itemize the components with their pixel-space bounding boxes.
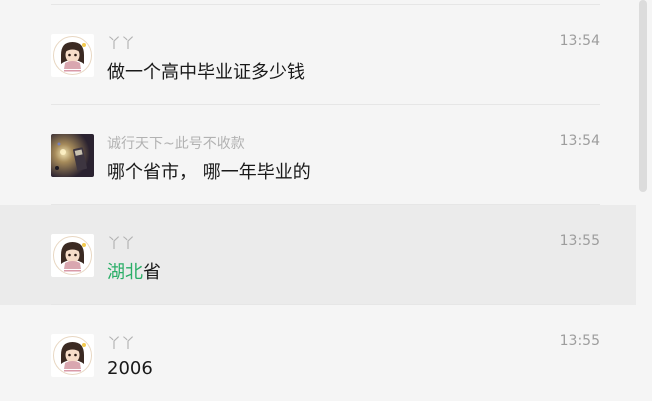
avatar[interactable] bbox=[51, 134, 94, 177]
sender-name: 丫丫 bbox=[107, 336, 135, 352]
girl-avatar-icon bbox=[51, 234, 94, 277]
message-time: 13:54 bbox=[559, 133, 600, 149]
message-text: 哪个省市， 哪一年毕业的 bbox=[107, 162, 311, 183]
chat-message-list[interactable]: 丫丫 13:54 做一个高中毕业证多少钱 诚行天下~此号不收款 13:54 哪个… bbox=[0, 0, 636, 401]
message-time: 13:55 bbox=[559, 233, 600, 249]
avatar[interactable] bbox=[51, 34, 94, 77]
message-item-selected[interactable]: 丫丫 13:55 湖北省 bbox=[0, 205, 636, 305]
message-text: 2006 bbox=[107, 358, 153, 379]
girl-avatar-icon bbox=[51, 334, 94, 377]
avatar[interactable] bbox=[51, 334, 94, 377]
avatar[interactable] bbox=[51, 234, 94, 277]
message-time: 13:55 bbox=[559, 333, 600, 349]
sender-name: 诚行天下~此号不收款 bbox=[107, 136, 245, 152]
message-item[interactable]: 诚行天下~此号不收款 13:54 哪个省市， 哪一年毕业的 bbox=[0, 105, 636, 205]
scrollbar[interactable] bbox=[639, 0, 647, 401]
message-item[interactable]: 丫丫 13:55 2006 bbox=[0, 305, 636, 401]
message-item[interactable]: 丫丫 13:54 做一个高中毕业证多少钱 bbox=[0, 5, 636, 105]
message-text: 做一个高中毕业证多少钱 bbox=[107, 62, 305, 83]
highlighted-text: 湖北 bbox=[107, 262, 143, 283]
message-text-rest: 省 bbox=[143, 262, 161, 283]
scrollbar-thumb[interactable] bbox=[639, 0, 647, 192]
sender-name: 丫丫 bbox=[107, 36, 135, 52]
girl-avatar-icon bbox=[51, 34, 94, 77]
sender-name: 丫丫 bbox=[107, 236, 135, 252]
message-time: 13:54 bbox=[559, 33, 600, 49]
dark-photo-avatar-icon bbox=[51, 134, 94, 177]
message-text: 湖北省 bbox=[107, 258, 161, 284]
